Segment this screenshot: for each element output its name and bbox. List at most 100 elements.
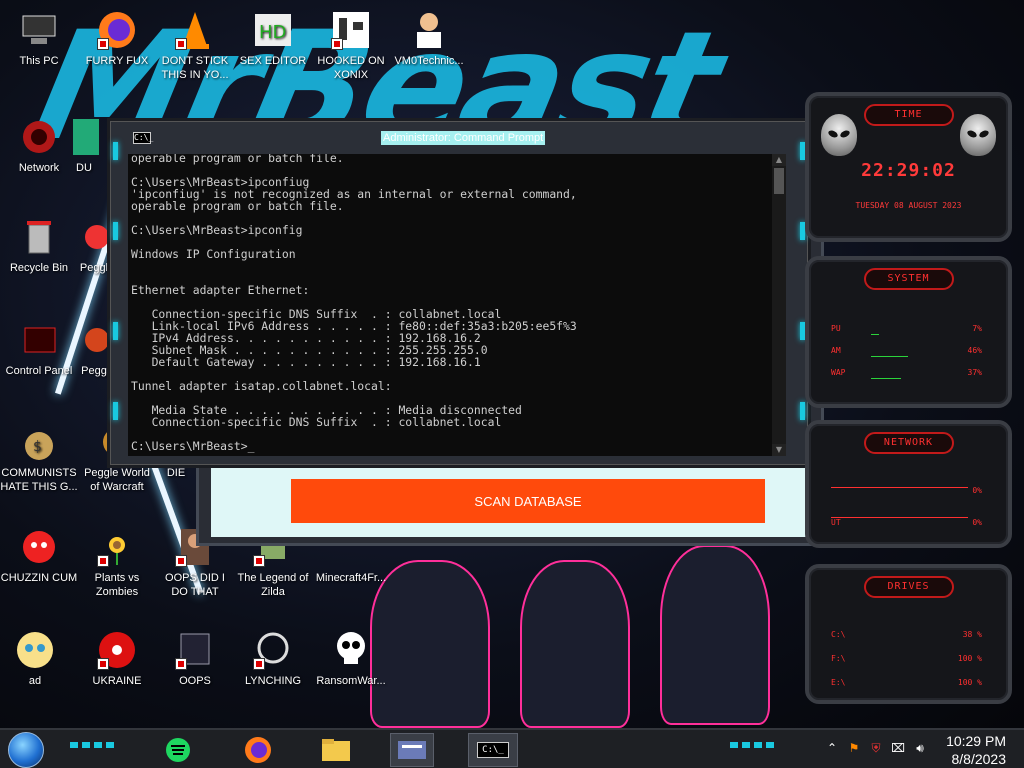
stat-label: WAP — [831, 368, 846, 377]
cmd-titlebar[interactable]: C:\_ Administrator: Command Prompt — [111, 122, 807, 152]
stat-value: 0% — [972, 486, 982, 495]
hex-editor-icon: HD — [251, 8, 295, 52]
taskbar-glow — [730, 742, 774, 748]
drive-row: C:\ 38 % — [831, 630, 982, 642]
start-orb-button[interactable] — [8, 732, 44, 768]
network-in-row: 0% — [831, 486, 982, 498]
system-swap-row: WAP 37% — [831, 368, 982, 380]
firefox-icon — [95, 8, 139, 52]
cmd-console-text: operable program or batch file. C:\Users… — [131, 154, 577, 453]
cmd-console-output[interactable]: operable program or batch file. C:\Users… — [128, 154, 786, 456]
scan-database-button[interactable]: SCAN DATABASE — [291, 479, 765, 523]
system-widget-header: SYSTEM — [863, 268, 954, 290]
desktop-icon-du[interactable]: DU — [62, 115, 106, 175]
peggle-icon — [79, 215, 109, 259]
folder-icon — [322, 739, 350, 761]
desktop-icon-ad[interactable]: ad — [0, 628, 70, 688]
window-edge-light — [113, 222, 118, 240]
taskbar-clock[interactable]: 10:29 PM 8/8/2023 — [930, 730, 1006, 768]
network-icon — [17, 115, 61, 159]
command-prompt-window[interactable]: C:\_ Administrator: Command Prompt opera… — [110, 121, 808, 465]
taskbar-cmd-button[interactable]: C:\_ — [468, 733, 518, 767]
widget-clock-time: 22:29:02 — [861, 160, 956, 181]
taskbar-time: 10:29 PM — [946, 733, 1006, 749]
stat-value: 0% — [972, 518, 982, 527]
volume-icon[interactable]: 🔊︎ — [912, 740, 928, 756]
desktop-icon-plants-vs-zombies[interactable]: Plants vs Zombies — [78, 525, 156, 599]
window-edge-light — [113, 322, 118, 340]
desktop-icon-peggl[interactable]: Peggl — [76, 215, 112, 275]
alien-head-icon — [960, 114, 996, 156]
network-out-graph — [831, 506, 968, 518]
desktop-icon-ransomware[interactable]: RansomWar... — [312, 628, 390, 688]
desktop-icon-recycle-bin[interactable]: Recycle Bin — [0, 215, 78, 275]
window-edge-light — [113, 142, 118, 160]
drive-row: F:\ 100 % — [831, 654, 982, 666]
stat-value: 38 % — [962, 630, 982, 639]
cmd-scrollbar[interactable]: ▲ ▼ — [772, 154, 786, 456]
taskbar-control-panel-button[interactable] — [390, 733, 434, 767]
desktop-icon-lynching[interactable]: LYNCHING — [234, 628, 312, 688]
desktop-icon-oops[interactable]: OOPS — [156, 628, 234, 688]
network-tray-icon[interactable]: ⌧ — [890, 740, 906, 756]
taskbar-date: 8/8/2023 — [951, 751, 1007, 767]
taskbar-spotify-button[interactable] — [156, 733, 200, 767]
scroll-up-arrow-icon[interactable]: ▲ — [772, 154, 786, 166]
desktop-icon-ukraine[interactable]: UKRAINE — [78, 628, 156, 688]
chevron-up-icon[interactable]: ⌃ — [824, 740, 840, 756]
wallpaper-figure — [660, 545, 770, 725]
defender-icon[interactable]: ⛨ — [868, 740, 884, 756]
window-edge-light — [800, 402, 805, 420]
vlc-cone-icon — [173, 8, 217, 52]
desktop-icon-this-pc[interactable]: This PC — [0, 8, 78, 68]
radiation-icon — [95, 628, 139, 672]
network-widget-header: NETWORK — [863, 432, 954, 454]
stat-value: 46% — [967, 346, 982, 355]
xonix-game-icon — [329, 8, 373, 52]
firefox-icon — [245, 737, 271, 763]
widget-clock-date: TUESDAY 08 AUGUST 2023 — [855, 201, 962, 210]
warning-flag-icon[interactable]: ⚑ — [846, 740, 862, 756]
desktop-icon-control-panel[interactable]: Control Panel — [0, 318, 78, 378]
window-icon — [173, 628, 217, 672]
alien-head-icon — [821, 114, 857, 156]
stat-value: 7% — [972, 324, 982, 333]
stat-label: F:\ — [831, 654, 846, 663]
recycle-bin-icon — [17, 215, 61, 259]
desktop-icon-communists[interactable]: $ COMMUNISTS HATE THIS G... — [0, 420, 78, 494]
cmd-scroll-thumb[interactable] — [774, 168, 784, 194]
svg-text:HD: HD — [259, 22, 286, 43]
system-cpu-row: PU 7% — [831, 324, 982, 336]
cartoon-star-icon — [13, 628, 57, 672]
cmd-window-icon[interactable]: C:\_ — [133, 132, 153, 144]
drives-widget-header: DRIVES — [863, 576, 954, 598]
network-widget: NETWORK 0% UT 0% — [805, 420, 1012, 548]
computer-icon — [17, 8, 61, 52]
scroll-down-arrow-icon[interactable]: ▼ — [772, 444, 786, 456]
cmd-window-title: Administrator: Command Prompt — [381, 131, 546, 145]
stat-value: 100 % — [957, 654, 982, 663]
cmd-icon: C:\_ — [477, 742, 509, 758]
network-out-row: UT 0% — [831, 518, 982, 530]
chuzzle-icon — [17, 525, 61, 569]
desktop-icon-dont-stick[interactable]: DONT STICK THIS IN YO... — [156, 8, 234, 82]
desktop-icon-vm0technic[interactable]: VM0Technic... — [390, 8, 468, 68]
stat-label: AM — [831, 346, 841, 355]
stat-value: 37% — [967, 368, 982, 377]
desktop-icon-pegg[interactable]: Pegg — [76, 318, 112, 378]
window-edge-light — [113, 402, 118, 420]
time-widget: TIME 22:29:02 TUESDAY 08 AUGUST 2023 — [805, 92, 1012, 242]
taskbar-firefox-button[interactable] — [236, 733, 280, 767]
stat-label: PU — [831, 324, 841, 333]
usage-bar — [871, 356, 908, 357]
control-panel-icon — [398, 741, 426, 759]
stat-label: E:\ — [831, 678, 846, 687]
desktop-icon-furry-fux[interactable]: FURRY FUX — [78, 8, 156, 68]
desktop-icon-chuzzin[interactable]: CHUZZIN CUM — [0, 525, 78, 585]
taskbar-file-explorer-button[interactable] — [314, 733, 358, 767]
desktop-icon-hooked-on-xonix[interactable]: HOOKED ON XONIX — [312, 8, 390, 82]
money-bag-icon: $ — [17, 420, 61, 464]
system-tray: ⌃ ⚑ ⛨ ⌧ 🔊︎ — [824, 740, 928, 756]
usage-bar — [871, 334, 879, 335]
desktop-icon-sex-editor[interactable]: HD SEX EDITOR — [234, 8, 312, 68]
